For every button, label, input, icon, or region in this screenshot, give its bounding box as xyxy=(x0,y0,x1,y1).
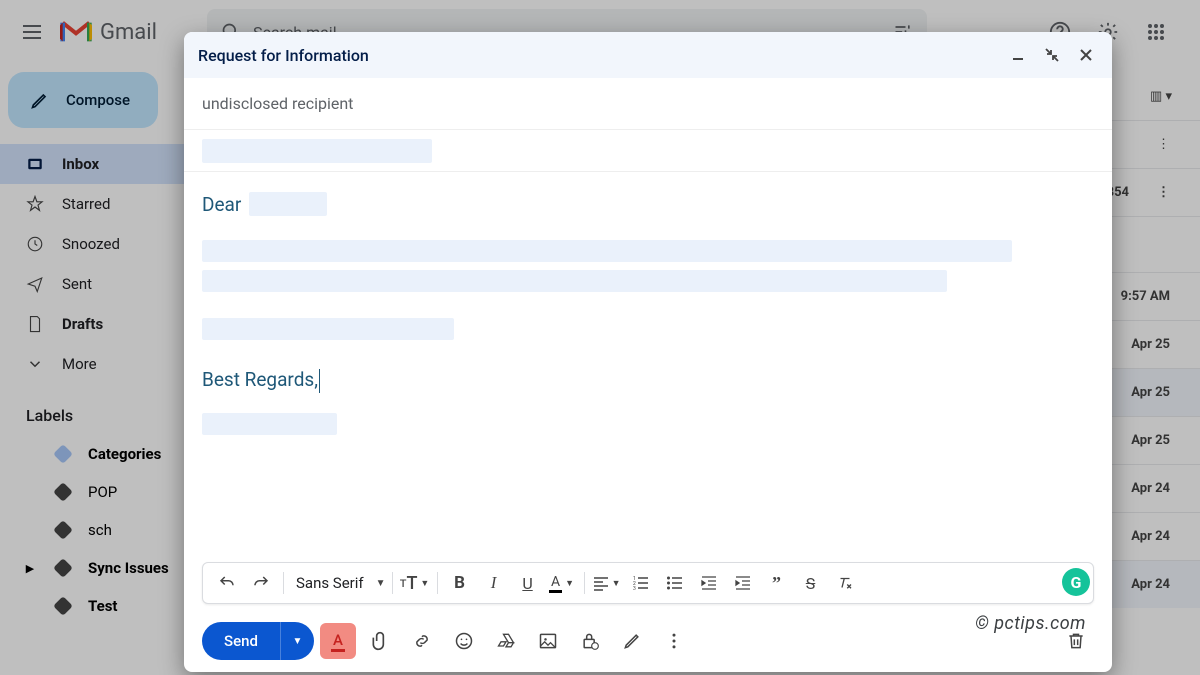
compose-window: Request for Information undisclosed reci… xyxy=(184,32,1112,672)
indent-more-button[interactable] xyxy=(727,567,759,599)
grammarly-icon: G xyxy=(1071,573,1082,592)
align-icon xyxy=(593,575,609,591)
redacted-text xyxy=(249,192,327,216)
close-icon xyxy=(1079,48,1093,62)
more-vert-icon xyxy=(664,631,684,651)
undo-icon xyxy=(218,574,236,592)
clear-format-icon xyxy=(836,574,854,592)
redo-icon xyxy=(252,574,270,592)
redacted-text xyxy=(202,413,337,435)
outdent-icon xyxy=(701,575,717,591)
minimize-button[interactable] xyxy=(1006,43,1030,67)
to-field[interactable]: undisclosed recipient xyxy=(184,78,1112,130)
indent-less-button[interactable] xyxy=(693,567,725,599)
redacted-text xyxy=(202,318,454,340)
send-button[interactable]: Send xyxy=(202,632,280,650)
subject-field[interactable] xyxy=(184,130,1112,172)
paperclip-icon xyxy=(370,631,390,651)
compose-title: Request for Information xyxy=(198,46,369,65)
redacted-text xyxy=(202,270,947,292)
quote-button[interactable]: ” xyxy=(761,567,793,599)
dropdown-icon: ▼ xyxy=(292,636,302,647)
italic-button[interactable]: I xyxy=(478,567,510,599)
trash-icon xyxy=(1066,631,1086,651)
lock-clock-icon xyxy=(580,631,600,651)
clear-formatting-button[interactable] xyxy=(829,567,861,599)
align-button[interactable]: ▼ xyxy=(591,567,623,599)
bold-button[interactable]: B xyxy=(444,567,476,599)
collapse-icon xyxy=(1045,48,1059,62)
indent-icon xyxy=(735,575,751,591)
attach-button[interactable] xyxy=(362,623,398,659)
ordered-list-icon: 123 xyxy=(633,575,649,591)
svg-text:3: 3 xyxy=(633,586,636,591)
redacted-text xyxy=(202,240,1012,262)
undo-button[interactable] xyxy=(211,567,243,599)
dropdown-icon: ▼ xyxy=(376,578,386,589)
dropdown-icon: ▼ xyxy=(420,578,429,589)
formatting-toggle-button[interactable]: A xyxy=(320,623,356,659)
close-button[interactable] xyxy=(1074,43,1098,67)
exit-fullscreen-button[interactable] xyxy=(1040,43,1064,67)
numbered-list-button[interactable]: 123 xyxy=(625,567,657,599)
link-button[interactable] xyxy=(404,623,440,659)
image-button[interactable] xyxy=(530,623,566,659)
underline-button[interactable]: U xyxy=(512,567,544,599)
redacted-text xyxy=(202,139,432,163)
drive-button[interactable] xyxy=(488,623,524,659)
strikethrough-button[interactable]: S xyxy=(795,567,827,599)
compose-header[interactable]: Request for Information xyxy=(184,32,1112,78)
formatting-toolbar: Sans Serif▼ тT▼ B I U A▼ ▼ 123 ” S xyxy=(202,562,1094,604)
send-button-group: Send ▼ xyxy=(202,622,314,660)
bullet-list-icon xyxy=(667,575,683,591)
signature-button[interactable] xyxy=(614,623,650,659)
send-options-button[interactable]: ▼ xyxy=(280,622,314,660)
text-color-button[interactable]: A▼ xyxy=(546,567,578,599)
message-body[interactable]: Dear Best Regards, xyxy=(184,172,1112,562)
link-icon xyxy=(412,631,432,651)
confidential-button[interactable] xyxy=(572,623,608,659)
font-size-button[interactable]: тT▼ xyxy=(399,567,431,599)
dropdown-icon: ▼ xyxy=(565,578,574,589)
redo-button[interactable] xyxy=(245,567,277,599)
compose-action-bar: Send ▼ A xyxy=(184,610,1112,672)
drive-icon xyxy=(496,631,516,651)
more-options-button[interactable] xyxy=(656,623,692,659)
bullet-list-button[interactable] xyxy=(659,567,691,599)
emoji-icon xyxy=(454,631,474,651)
emoji-button[interactable] xyxy=(446,623,482,659)
font-selector[interactable]: Sans Serif▼ xyxy=(290,567,386,599)
image-icon xyxy=(538,631,558,651)
grammarly-button[interactable]: G xyxy=(1062,568,1090,596)
text-format-icon: A xyxy=(331,631,345,652)
dropdown-icon: ▼ xyxy=(612,578,621,589)
watermark: © pctips.com xyxy=(975,613,1086,634)
pen-icon xyxy=(622,631,642,651)
minimize-icon xyxy=(1011,48,1025,62)
